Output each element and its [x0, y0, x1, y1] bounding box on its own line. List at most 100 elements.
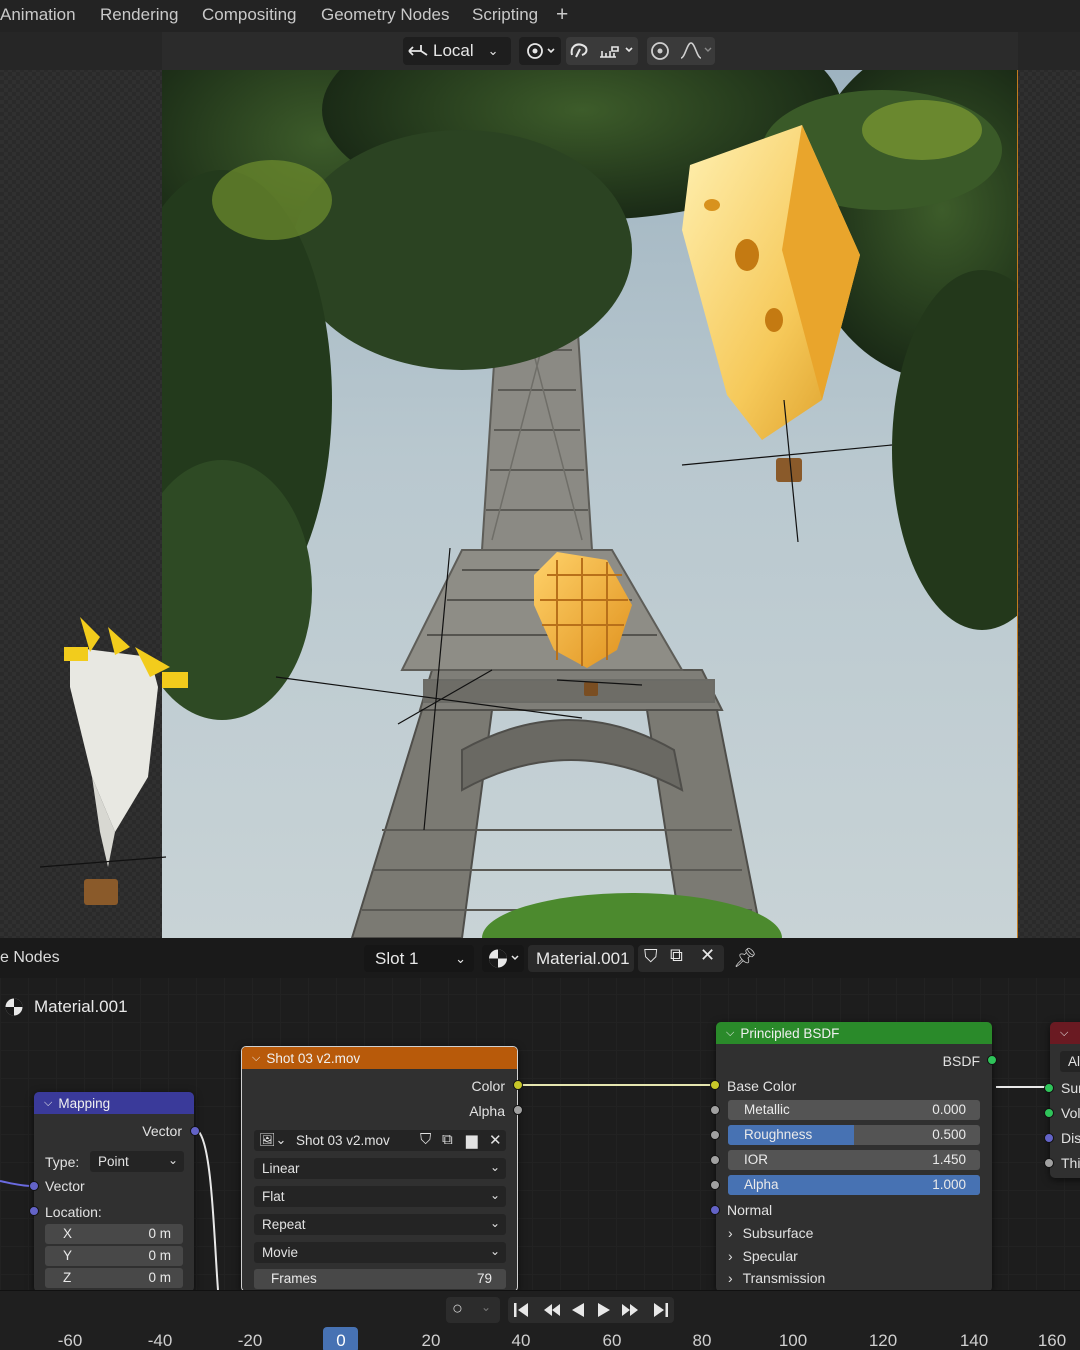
mapping-node-title: Mapping	[58, 1095, 111, 1111]
prev-keyframe-icon	[544, 1304, 560, 1316]
normal-label: Normal	[727, 1202, 773, 1218]
image-alpha-output: Alpha	[469, 1103, 505, 1119]
add-workspace-icon[interactable]: +	[556, 3, 568, 27]
subsurface-label: Subsurface	[742, 1225, 814, 1241]
record-icon[interactable]: ○	[452, 1298, 463, 1319]
bsdf-output-socket[interactable]	[987, 1055, 997, 1065]
location-y-field[interactable]: Y 0 m	[45, 1246, 183, 1266]
chevron-right-icon: ›	[728, 1248, 733, 1264]
surface-socket[interactable]	[1044, 1083, 1054, 1093]
snapping-group[interactable]	[566, 37, 638, 65]
location-x-label: X	[63, 1226, 73, 1241]
roughness-field[interactable]: Roughness 0.500	[728, 1125, 980, 1145]
image-color-socket[interactable]	[513, 1080, 523, 1090]
base-color-socket[interactable]	[710, 1080, 720, 1090]
source-dropdown[interactable]: Movie ⌄	[254, 1242, 506, 1263]
chevron-down-icon[interactable]: ⌄	[481, 1300, 491, 1314]
folder-icon[interactable]: ▆	[466, 1131, 478, 1149]
transform-orientation-label: Local	[433, 41, 474, 60]
volume-socket[interactable]	[1044, 1108, 1054, 1118]
chevron-right-icon: ›	[728, 1225, 733, 1241]
shader-node-editor[interactable]: e Nodes Slot 1 ⌄ Material.001 ⛉ ⧉ ✕ 📌︎ M	[0, 938, 1080, 1292]
chevron-down-icon: ⌄	[489, 1160, 500, 1174]
play-reverse-icon	[572, 1303, 584, 1317]
metallic-field[interactable]: Metallic 0.000	[728, 1100, 980, 1120]
proportional-editing-group[interactable]	[647, 37, 715, 65]
bsdf-output: BSDF	[942, 1053, 980, 1069]
interpolation-dropdown[interactable]: Linear ⌄	[254, 1158, 506, 1179]
chevron-down-icon: ⌄	[487, 43, 499, 58]
frames-field[interactable]: Frames 79	[254, 1269, 506, 1289]
image-datablock-field[interactable]: 🖼︎⌄ Shot 03 v2.mov ⛉ ⧉ ▆ ✕	[254, 1130, 506, 1151]
camera-render-view[interactable]	[162, 70, 1018, 938]
specular-panel[interactable]: › Specular	[728, 1248, 798, 1264]
transmission-panel[interactable]: › Transmission	[728, 1270, 825, 1286]
collapse-chevron-icon[interactable]: ⌵	[252, 1052, 260, 1065]
timeline[interactable]: ○ ⌄ 0 -60 -40 -20 20 40 60 80 100 120 14…	[0, 1290, 1080, 1350]
subsurface-panel[interactable]: › Subsurface	[728, 1225, 813, 1241]
image-node-title: Shot 03 v2.mov	[266, 1050, 361, 1066]
tab-animation[interactable]: Animation	[0, 5, 76, 25]
tab-compositing[interactable]: Compositing	[202, 5, 297, 25]
frame-tick: 100	[778, 1331, 808, 1350]
collapse-chevron-icon[interactable]: ⌵	[726, 1027, 734, 1040]
close-icon[interactable]: ✕	[489, 1131, 502, 1149]
projection-dropdown[interactable]: Flat ⌄	[254, 1186, 506, 1207]
chevron-down-icon: ⌄	[167, 1153, 178, 1167]
mapping-location-socket[interactable]	[29, 1206, 39, 1216]
displacement-socket[interactable]	[1044, 1133, 1054, 1143]
duplicate-icon[interactable]: ⧉	[442, 1131, 453, 1148]
pivot-icon	[527, 43, 555, 59]
bsdf-node-header[interactable]: ⌵ Principled BSDF	[716, 1022, 992, 1044]
metallic-socket[interactable]	[710, 1105, 720, 1115]
frame-tick: 140	[959, 1331, 989, 1350]
metallic-value: 0.000	[932, 1102, 966, 1117]
normal-socket[interactable]	[710, 1205, 720, 1215]
mapping-node-header[interactable]: ⌵ Mapping	[34, 1092, 194, 1114]
jump-start-icon	[514, 1303, 528, 1317]
principled-bsdf-node[interactable]: ⌵ Principled BSDF BSDF Base Color Metall…	[716, 1022, 992, 1292]
frames-value: 79	[476, 1271, 492, 1286]
image-alpha-socket[interactable]	[513, 1105, 523, 1115]
current-frame-label: 0	[336, 1331, 346, 1350]
fake-user-shield-icon[interactable]: ⛉	[420, 1131, 431, 1148]
roughness-socket[interactable]	[710, 1130, 720, 1140]
chevron-right-icon: ›	[728, 1270, 733, 1286]
location-z-value: 0 m	[148, 1270, 171, 1285]
viewport-header: Local ⌄	[0, 32, 1080, 70]
material-output-node[interactable]: ⌵ Al Sur Vol Dis Thi	[1050, 1022, 1080, 1178]
ior-socket[interactable]	[710, 1155, 720, 1165]
collapse-chevron-icon[interactable]: ⌵	[44, 1097, 52, 1110]
ior-field[interactable]: IOR 1.450	[728, 1150, 980, 1170]
3d-viewport[interactable]: Local ⌄	[0, 32, 1080, 938]
tab-scripting[interactable]: Scripting	[472, 5, 538, 25]
tab-geometry-nodes[interactable]: Geometry Nodes	[321, 5, 450, 25]
output-target-dropdown[interactable]: Al	[1060, 1051, 1080, 1072]
location-x-field[interactable]: X 0 m	[45, 1224, 183, 1244]
mapping-vector-out-socket[interactable]	[190, 1126, 200, 1136]
output-node-header[interactable]: ⌵	[1050, 1022, 1080, 1044]
playback-controls	[508, 1297, 674, 1323]
mapping-type-dropdown[interactable]: Point ⌄	[90, 1151, 184, 1172]
image-texture-node[interactable]: ⌵ Shot 03 v2.mov Color Alpha 🖼︎⌄ Shot 03…	[241, 1046, 518, 1292]
frame-tick: 120	[868, 1331, 898, 1350]
mapping-node[interactable]: ⌵ Mapping Vector Type: Point ⌄ Vector Lo…	[34, 1092, 194, 1292]
image-node-header[interactable]: ⌵ Shot 03 v2.mov	[242, 1047, 517, 1069]
location-z-field[interactable]: Z 0 m	[45, 1268, 183, 1288]
orientation-icon	[408, 45, 428, 56]
mapping-vector-in-socket[interactable]	[29, 1181, 39, 1191]
alpha-socket[interactable]	[710, 1180, 720, 1190]
next-keyframe-icon	[622, 1304, 638, 1316]
chevron-down-icon: ⌄	[489, 1216, 500, 1230]
thickness-socket[interactable]	[1044, 1158, 1054, 1168]
jump-end-icon	[654, 1303, 668, 1317]
alpha-label: Alpha	[744, 1177, 779, 1192]
extension-dropdown[interactable]: Repeat ⌄	[254, 1214, 506, 1235]
alpha-field[interactable]: Alpha 1.000	[728, 1175, 980, 1195]
location-x-value: 0 m	[148, 1226, 171, 1241]
playback-icons	[514, 1303, 668, 1317]
pivot-point-dropdown[interactable]	[519, 37, 561, 65]
tab-rendering[interactable]: Rendering	[100, 5, 178, 25]
metallic-label: Metallic	[744, 1102, 790, 1117]
transform-orientation-dropdown[interactable]: Local ⌄	[403, 37, 511, 65]
